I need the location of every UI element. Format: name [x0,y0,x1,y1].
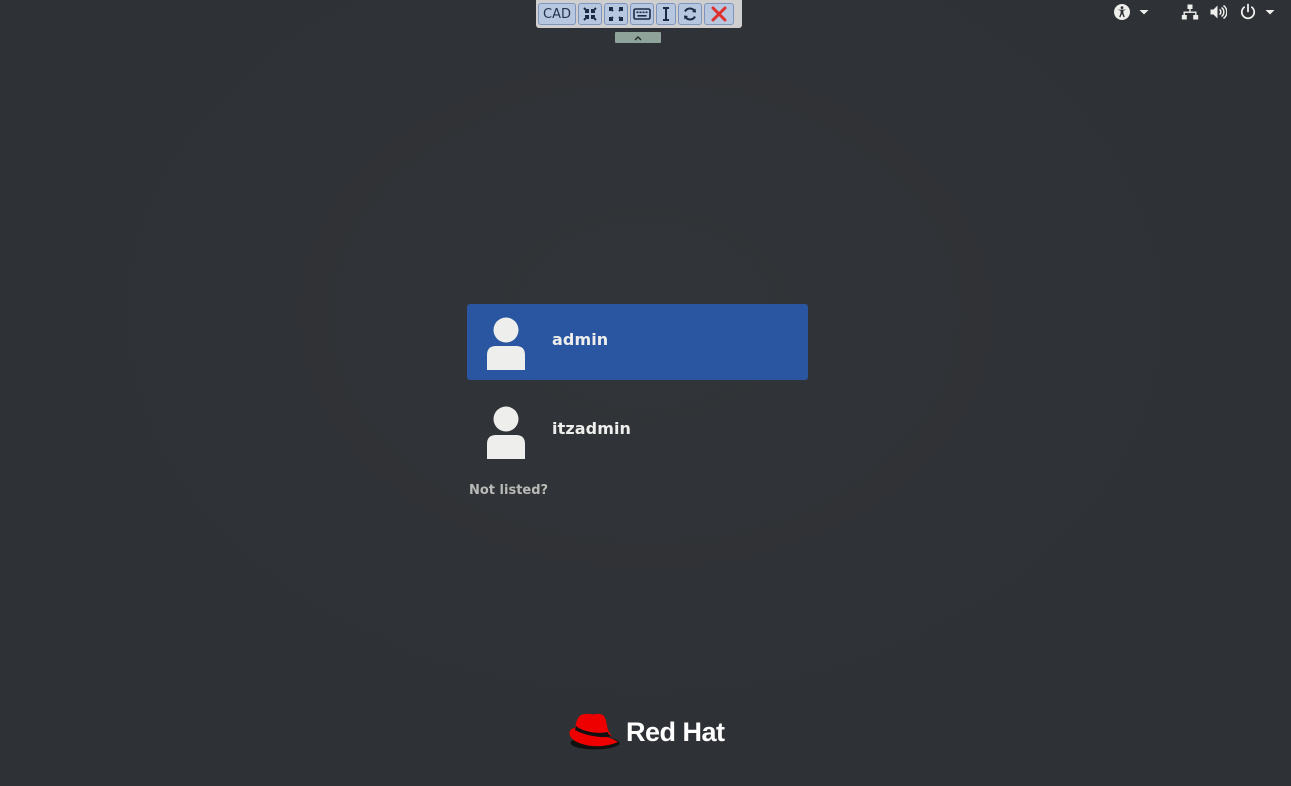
power-menu[interactable] [1239,2,1276,22]
red-hat-logo-icon [569,713,620,750]
keyboard-button[interactable] [630,3,654,25]
power-icon [1240,3,1256,20]
keyboard-icon [633,8,651,20]
disconnect-icon [711,6,727,22]
network-icon [1181,4,1199,20]
ctrl-alt-del-button[interactable]: CAD [538,3,576,25]
accessibility-icon [1114,4,1130,20]
disconnect-button[interactable] [704,3,734,25]
login-screen: CAD admin itzadmin Not listed? Red Hat [0,0,1291,786]
user-list: admin itzadmin [467,304,808,482]
refresh-icon [684,7,696,21]
chevron-down-icon [1265,10,1275,15]
exit-fullscreen-button[interactable] [578,3,602,25]
fullscreen-icon [609,7,623,21]
text-cursor-icon [663,7,669,21]
not-listed-link[interactable]: Not listed? [469,483,548,498]
toolbar-collapse-handle[interactable] [615,32,661,43]
text-cursor-button[interactable] [656,3,676,25]
user-item-itzadmin[interactable]: itzadmin [467,393,808,469]
red-hat-logo-text: Red Hat [626,716,725,747]
chevron-up-icon [634,35,642,40]
volume-icon [1210,4,1227,20]
fullscreen-button[interactable] [604,3,628,25]
accessibility-menu[interactable] [1113,2,1150,22]
remote-console-toolbar: CAD [536,0,742,28]
refresh-button[interactable] [678,3,702,25]
volume-indicator[interactable] [1209,2,1227,22]
user-item-admin[interactable]: admin [467,304,808,380]
red-hat-logo: Red Hat [568,712,725,752]
chevron-down-icon [1139,10,1149,15]
user-avatar-icon [487,317,525,370]
user-avatar-icon [487,406,525,459]
user-name: itzadmin [552,419,632,438]
exit-fullscreen-icon [583,7,597,21]
network-indicator[interactable] [1181,2,1199,22]
user-name: admin [552,330,609,349]
